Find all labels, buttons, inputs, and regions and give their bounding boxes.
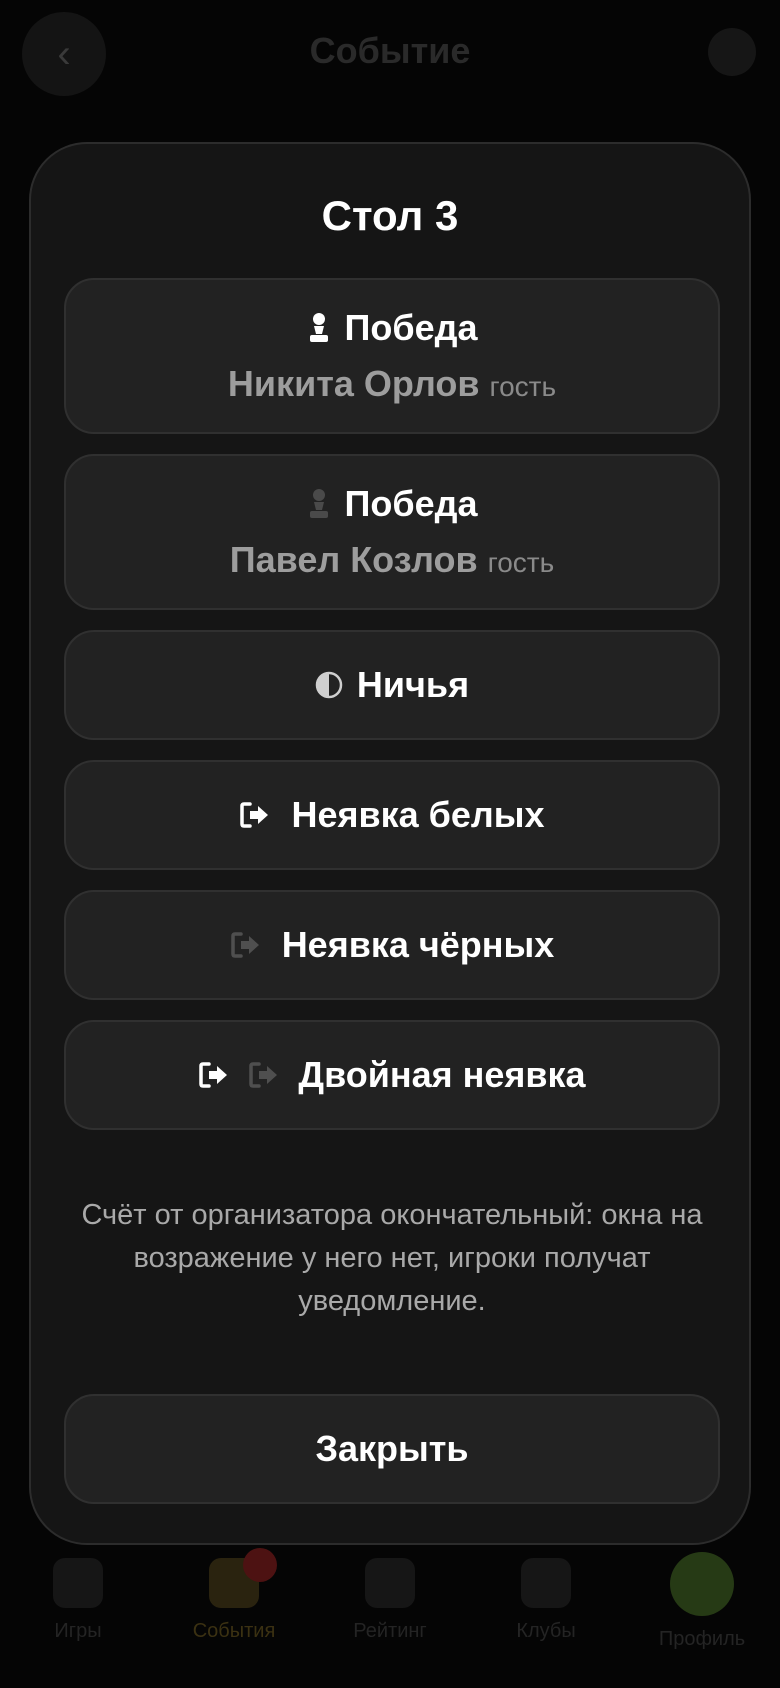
player-name: Павел Козлов xyxy=(229,539,478,580)
guest-tag: гость xyxy=(489,371,557,402)
club-icon xyxy=(521,1558,571,1608)
tab-events: События xyxy=(169,1548,299,1643)
user-icon xyxy=(708,28,756,76)
tab-label: Рейтинг xyxy=(353,1620,427,1642)
tab-profile: Профиль xyxy=(637,1552,767,1651)
finality-note: Счёт от организатора окончательный: окна… xyxy=(81,1199,703,1317)
close-label: Закрыть xyxy=(315,1428,469,1469)
white-pawn-icon xyxy=(307,312,331,344)
option-label: Двойная неявка xyxy=(298,1054,586,1095)
chart-icon xyxy=(365,1558,415,1608)
exit-icon xyxy=(230,931,262,959)
tab-rating: Рейтинг xyxy=(325,1558,455,1643)
option-label: Победа xyxy=(344,483,478,524)
exit-icon xyxy=(198,1061,230,1089)
option-label: Ничья xyxy=(356,664,470,705)
option-label: Победа xyxy=(344,307,478,348)
guest-tag: гость xyxy=(487,547,555,578)
draw-button[interactable]: Ничья xyxy=(64,630,720,740)
pawn-icon xyxy=(53,1558,103,1608)
double-forfeit-button[interactable]: Двойная неявка xyxy=(64,1020,720,1130)
screen: ‹ Событие Игры События Рейтинг Клубы Про… xyxy=(0,0,780,1688)
background-header: ‹ Событие xyxy=(0,0,780,110)
option-label: Неявка чёрных xyxy=(281,924,555,965)
modal-title: Стол 3 xyxy=(321,192,459,239)
option-label: Неявка белых xyxy=(291,794,545,835)
tab-games: Игры xyxy=(13,1558,143,1643)
half-circle-icon xyxy=(315,671,343,699)
tab-label: События xyxy=(192,1620,276,1642)
result-modal: Стол 3 Победа Никита Орлов гость Победа … xyxy=(29,142,751,1545)
exit-icon xyxy=(248,1061,280,1089)
black-win-button[interactable]: Победа Павел Козлов гость xyxy=(64,454,720,610)
close-button[interactable]: Закрыть xyxy=(64,1394,720,1504)
exit-icon xyxy=(239,801,271,829)
tab-label: Клубы xyxy=(516,1620,576,1642)
white-win-button[interactable]: Победа Никита Орлов гость xyxy=(64,278,720,434)
background-tab-bar: Игры События Рейтинг Клубы Профиль xyxy=(0,1538,780,1688)
black-pawn-icon xyxy=(307,488,331,520)
tab-label: Игры xyxy=(54,1620,102,1642)
tab-label: Профиль xyxy=(658,1628,746,1650)
black-forfeit-button[interactable]: Неявка чёрных xyxy=(64,890,720,1000)
avatar-icon xyxy=(670,1552,734,1616)
tab-clubs: Клубы xyxy=(481,1558,611,1643)
background-title: Событие xyxy=(309,30,471,71)
player-name: Никита Орлов xyxy=(227,363,480,404)
white-forfeit-button[interactable]: Неявка белых xyxy=(64,760,720,870)
notification-badge xyxy=(243,1548,277,1582)
